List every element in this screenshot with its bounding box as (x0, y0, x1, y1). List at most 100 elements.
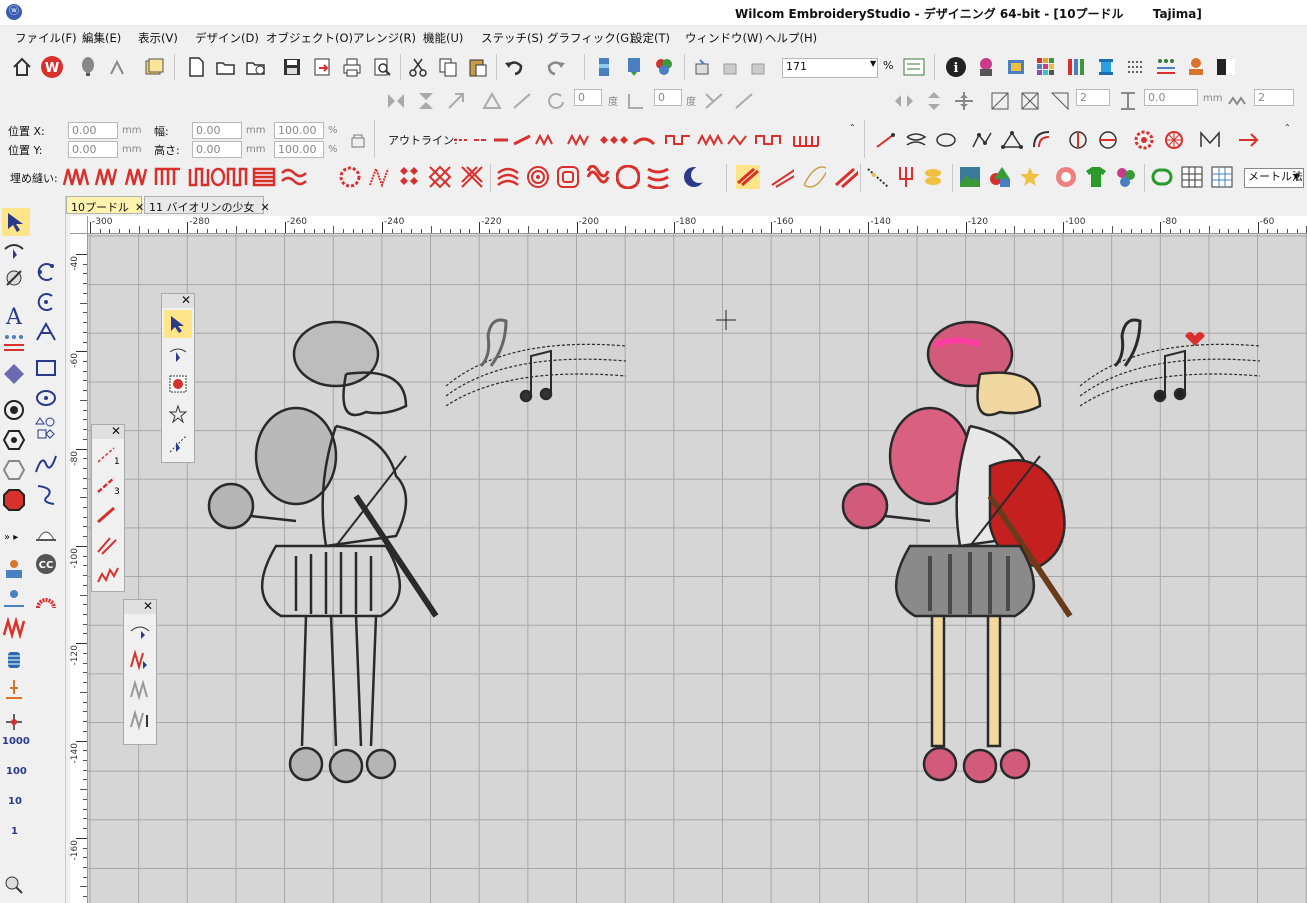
digitize-closed-icon[interactable] (34, 260, 58, 284)
outline-pattern-icons[interactable] (566, 128, 656, 152)
horizontal-ruler[interactable]: -300 -280 -260 -240 -220 -200 -180 -160 -140 -120… (70, 216, 1307, 234)
print-icon[interactable] (340, 55, 364, 79)
distribute-c-icon[interactable] (1048, 89, 1072, 113)
spacing-pattern-icon[interactable] (1226, 89, 1250, 113)
undo-icon[interactable] (502, 55, 526, 79)
menu-file[interactable]: ファイル(F) (15, 30, 77, 46)
backstitch-icon[interactable] (94, 501, 122, 529)
sequence-b-icon[interactable] (2, 588, 26, 612)
zoom-dropdown-icon[interactable]: ▼ (870, 59, 876, 68)
vertical-ruler[interactable]: -40 -60 -80 -100 -120 -140 -160 (70, 234, 88, 903)
menu-graphics[interactable]: グラフィック(G) (547, 30, 634, 46)
color-sort-icon[interactable] (592, 55, 616, 79)
satin-tool-icon[interactable] (2, 616, 26, 640)
monogram-icon[interactable] (2, 362, 26, 386)
align-center-icon[interactable] (952, 89, 976, 113)
shapes-icon[interactable] (988, 165, 1012, 189)
path-a-icon[interactable] (1198, 128, 1222, 152)
redo-icon[interactable] (544, 55, 568, 79)
bubbles-icon[interactable] (1114, 165, 1138, 189)
menu-window[interactable]: ウィンドウ(W) (685, 30, 763, 46)
digitize-input-a-icon[interactable] (874, 128, 898, 152)
select-arrow-icon[interactable] (2, 208, 30, 236)
measurement-dropdown-icon[interactable]: ▼ (1293, 172, 1299, 181)
copy-icon[interactable] (436, 55, 460, 79)
paste-icon[interactable] (466, 55, 490, 79)
cc-icon[interactable]: CC (34, 552, 58, 576)
stitch-hand-icon[interactable] (690, 55, 714, 79)
edit-satin-icon[interactable] (126, 646, 154, 674)
stitch-hand2-icon[interactable] (718, 55, 742, 79)
close-icon[interactable]: ✕ (181, 293, 191, 307)
step-100-label[interactable]: 100 (6, 766, 27, 777)
run-triple-icon[interactable]: 3 (94, 471, 122, 499)
digitize-input-b-icon[interactable] (904, 128, 928, 152)
shapes-tool-icon[interactable] (34, 416, 58, 440)
fill-circle-icon[interactable] (526, 165, 550, 189)
spacing-input-2[interactable]: 0.0 (1144, 89, 1198, 106)
contrast-icon[interactable] (1214, 55, 1238, 79)
digitize-polygon-icon[interactable] (34, 320, 58, 344)
width-input[interactable]: 0.00 (192, 122, 242, 139)
save-icon[interactable] (280, 55, 304, 79)
height-input[interactable]: 0.00 (192, 141, 242, 158)
digitize-input-c-icon[interactable] (934, 128, 958, 152)
stamp-icon[interactable] (1184, 55, 1208, 79)
menu-stitch[interactable]: ステッチ(S) (481, 30, 543, 46)
rotate-left-icon[interactable] (544, 89, 568, 113)
fill-tatami-icons[interactable] (188, 165, 308, 189)
menu-help[interactable]: ヘルプ(H) (765, 30, 817, 46)
fish-icon[interactable] (922, 165, 946, 189)
fill-motif-b-icon[interactable] (368, 165, 392, 189)
distribute-b-icon[interactable] (1018, 89, 1042, 113)
rectangle-tool-icon[interactable] (34, 356, 58, 380)
reshape-b-icon[interactable] (1000, 128, 1024, 152)
select-object-icon[interactable] (164, 310, 192, 338)
star-icon[interactable] (1018, 165, 1042, 189)
home-icon[interactable] (10, 55, 34, 79)
rotate-tool-icon[interactable] (444, 89, 468, 113)
design-properties-icon[interactable] (974, 55, 998, 79)
fill-square-spiral-icon[interactable] (556, 165, 580, 189)
appliqué-tool-icon[interactable] (34, 588, 58, 612)
hexagon-b-icon[interactable] (2, 458, 26, 482)
color-import-icon[interactable] (622, 55, 646, 79)
tab-10-poodle[interactable]: 10プードル ✕ (66, 196, 144, 214)
fill-motif-e-icon[interactable] (460, 165, 484, 189)
fill-motif-c-icon[interactable] (398, 165, 422, 189)
grid-b-icon[interactable] (1210, 165, 1234, 189)
tshirt-icon[interactable] (1084, 165, 1108, 189)
poodle-color-design[interactable] (840, 316, 1260, 796)
delete-stitch-icon[interactable] (126, 706, 154, 734)
info-icon[interactable]: i (944, 55, 968, 79)
close-icon[interactable]: ✕ (143, 599, 153, 613)
skew-tool2-icon[interactable] (510, 89, 534, 113)
fill-pattern-a-icon[interactable] (586, 165, 610, 189)
export-icon[interactable] (310, 55, 334, 79)
crescent-icon[interactable] (682, 165, 706, 189)
spool-icon[interactable] (1094, 55, 1118, 79)
outline-blanket-icon[interactable] (792, 128, 822, 152)
close-icon[interactable]: ✕ (111, 424, 121, 438)
menu-edit[interactable]: 編集(E) (82, 30, 121, 46)
skew-tool-icon[interactable] (480, 89, 504, 113)
team-names-icon[interactable] (1154, 55, 1178, 79)
zigzag-line-icon[interactable] (94, 561, 122, 589)
rotate-angle-input[interactable]: 0 (574, 89, 602, 106)
fill-wave-icon[interactable] (496, 165, 520, 189)
hat-icon[interactable] (34, 522, 58, 546)
fill-leaf-icon[interactable] (802, 165, 826, 189)
reshape-a-icon[interactable] (970, 128, 994, 152)
fill-pattern-b-icon[interactable] (616, 165, 640, 189)
step-10-label[interactable]: 10 (8, 796, 22, 807)
appliqué-icon[interactable] (1054, 165, 1078, 189)
close-icon[interactable]: ✕ (261, 201, 270, 214)
team-names-tool-icon[interactable] (2, 332, 26, 356)
fill-hatch-b-icon[interactable] (834, 165, 858, 189)
transform-b-icon[interactable] (732, 89, 756, 113)
trident-icon[interactable] (894, 165, 918, 189)
wilcom-logo-icon[interactable]: ⓦ (6, 4, 22, 20)
menu-view[interactable]: 表示(V) (138, 30, 178, 46)
circle-tool-icon[interactable] (2, 398, 26, 422)
lock-proportions-icon[interactable] (346, 128, 370, 152)
